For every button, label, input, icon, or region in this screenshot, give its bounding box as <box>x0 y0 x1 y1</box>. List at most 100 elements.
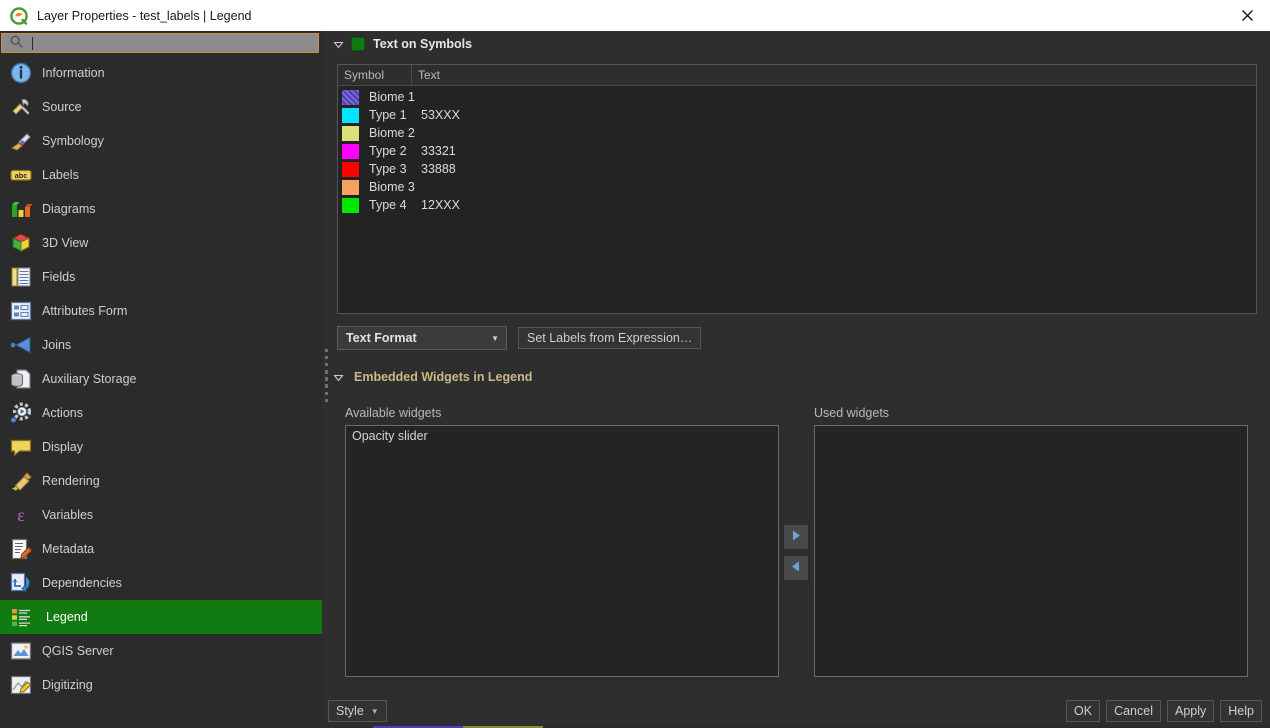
labels-abc-icon: abc <box>8 162 34 188</box>
metadata-pencil-icon <box>8 536 34 562</box>
sidebar-item-source[interactable]: Source <box>0 90 322 124</box>
style-button-label: Style <box>336 704 364 718</box>
symbol-label: Type 3 <box>369 162 407 176</box>
symbol-swatch[interactable] <box>342 179 359 195</box>
information-icon <box>8 60 34 86</box>
symbol-swatch[interactable] <box>342 161 359 177</box>
cancel-button[interactable]: Cancel <box>1106 700 1161 722</box>
svg-text:abc: abc <box>15 171 28 180</box>
table-row[interactable]: Type 2 33321 <box>338 142 1256 160</box>
group-text-on-symbols-header: Text on Symbols <box>330 34 472 54</box>
symbols-table-body: Biome 1 Type 1 53XXX Biome 2 Type 2 33321 Type… <box>338 86 1256 214</box>
sidebar-item-display[interactable]: Display <box>0 430 322 464</box>
symbol-swatch[interactable] <box>342 89 359 105</box>
symbol-text-value[interactable]: 12XXX <box>421 198 460 212</box>
symbols-table[interactable]: Symbol Text Biome 1 Type 1 53XXX Biome 2 Typ… <box>337 64 1257 314</box>
symbol-label: Biome 3 <box>369 180 415 194</box>
symbol-swatch[interactable] <box>342 197 359 213</box>
sidebar-item-label: Symbology <box>42 134 104 148</box>
symbol-label: Type 1 <box>369 108 407 122</box>
group-embedded-widgets-header: Embedded Widgets in Legend <box>330 367 532 387</box>
symbol-label: Biome 2 <box>369 126 415 140</box>
text-format-value: Text Format <box>346 331 417 345</box>
sidebar-item-diagrams[interactable]: Diagrams <box>0 192 322 226</box>
symbol-swatch[interactable] <box>342 125 359 141</box>
move-widget-left-button[interactable] <box>783 555 809 581</box>
sidebar-item-label: Auxiliary Storage <box>42 372 137 386</box>
search-input[interactable] <box>1 33 319 53</box>
help-button[interactable]: Help <box>1220 700 1262 722</box>
sidebar-item-fields[interactable]: Fields <box>0 260 322 294</box>
group-title-text-on-symbols: Text on Symbols <box>373 37 473 51</box>
column-header-text[interactable]: Text <box>412 65 1256 85</box>
sidebar-item-variables[interactable]: ε Variables <box>0 498 322 532</box>
sidebar-item-label: Display <box>42 440 83 454</box>
style-button[interactable]: Style ▼ <box>328 700 387 722</box>
chevron-down-icon[interactable] <box>330 369 346 385</box>
sidebar-item-3d-view[interactable]: 3D View <box>0 226 322 260</box>
sidebar-item-digitizing[interactable]: Digitizing <box>0 668 322 702</box>
symbol-swatch[interactable] <box>342 143 359 159</box>
splitter-grip-lower <box>325 371 329 406</box>
sidebar-item-label: Labels <box>42 168 79 182</box>
group-title-embedded-widgets: Embedded Widgets in Legend <box>354 370 533 384</box>
properties-content: Text on Symbols Symbol Text Biome 1 Type … <box>330 31 1270 728</box>
sidebar-item-label: Actions <box>42 406 83 420</box>
table-row[interactable]: Biome 3 <box>338 178 1256 196</box>
sidebar-item-actions[interactable]: Actions <box>0 396 322 430</box>
sidebar-item-auxiliary-storage[interactable]: Auxiliary Storage <box>0 362 322 396</box>
symbol-label: Type 2 <box>369 144 407 158</box>
available-widgets-list[interactable]: Opacity slider <box>345 425 779 677</box>
symbols-table-header: Symbol Text <box>338 65 1256 86</box>
close-icon[interactable] <box>1225 0 1270 31</box>
sidebar-item-labels[interactable]: abc Labels <box>0 158 322 192</box>
available-widgets-label: Available widgets <box>345 406 442 420</box>
table-row[interactable]: Type 3 33888 <box>338 160 1256 178</box>
symbol-text-value[interactable]: 33888 <box>421 162 456 176</box>
column-header-symbol[interactable]: Symbol <box>338 65 412 85</box>
display-balloon-icon <box>8 434 34 460</box>
table-row[interactable]: Type 4 12XXX <box>338 196 1256 214</box>
digitizing-icon <box>8 672 34 698</box>
sidebar-item-label: Fields <box>42 270 76 284</box>
dependencies-icon <box>8 570 34 596</box>
apply-button[interactable]: Apply <box>1167 700 1215 722</box>
ok-button[interactable]: OK <box>1066 700 1101 722</box>
used-widgets-list[interactable] <box>814 425 1248 677</box>
sidebar-item-legend[interactable]: Legend <box>0 600 322 634</box>
table-row[interactable]: Biome 2 <box>338 124 1256 142</box>
qgis-server-icon <box>8 638 34 664</box>
triangle-left-icon <box>790 560 802 576</box>
sidebar-item-information[interactable]: Information <box>0 56 322 90</box>
rendering-brush-icon <box>8 468 34 494</box>
sidebar-item-metadata[interactable]: Metadata <box>0 532 322 566</box>
move-widget-right-button[interactable] <box>783 524 809 550</box>
sidebar-item-dependencies[interactable]: Dependencies <box>0 566 322 600</box>
set-labels-from-expression-button[interactable]: Set Labels from Expression… <box>518 327 702 349</box>
chevron-down-icon[interactable] <box>330 36 346 52</box>
sidebar-nav-list: Information Source Symbology abc Labels Diagr… <box>0 56 322 728</box>
legend-icon <box>8 604 34 630</box>
symbol-text-value[interactable]: 33321 <box>421 144 456 158</box>
table-row[interactable]: Biome 1 <box>338 88 1256 106</box>
sidebar-search-row <box>0 32 322 55</box>
dialog-button-box: OK Cancel Apply Help <box>1066 700 1262 722</box>
sidebar-item-qgis-server[interactable]: QGIS Server <box>0 634 322 668</box>
window-titlebar: Layer Properties - test_labels | Legend <box>0 0 1270 32</box>
text-format-row: Text Format ▼ Set Labels from Expression… <box>337 326 702 350</box>
symbol-text-value[interactable]: 53XXX <box>421 108 460 122</box>
text-on-symbols-checkbox[interactable] <box>351 37 365 51</box>
table-row[interactable]: Type 1 53XXX <box>338 106 1256 124</box>
qgis-logo-icon <box>10 6 28 25</box>
sidebar-item-symbology[interactable]: Symbology <box>0 124 322 158</box>
symbol-label: Biome 1 <box>369 90 415 104</box>
symbol-swatch[interactable] <box>342 107 359 123</box>
sidebar-item-rendering[interactable]: Rendering <box>0 464 322 498</box>
sidebar-item-label: Attributes Form <box>42 304 128 318</box>
dialog-footer: Style ▼ OK Cancel Apply Help <box>322 697 1270 726</box>
list-item[interactable]: Opacity slider <box>346 426 778 443</box>
sidebar-item-attributes-form[interactable]: Attributes Form <box>0 294 322 328</box>
actions-gear-icon <box>8 400 34 426</box>
text-format-dropdown[interactable]: Text Format ▼ <box>337 326 507 350</box>
sidebar-item-joins[interactable]: Joins <box>0 328 322 362</box>
